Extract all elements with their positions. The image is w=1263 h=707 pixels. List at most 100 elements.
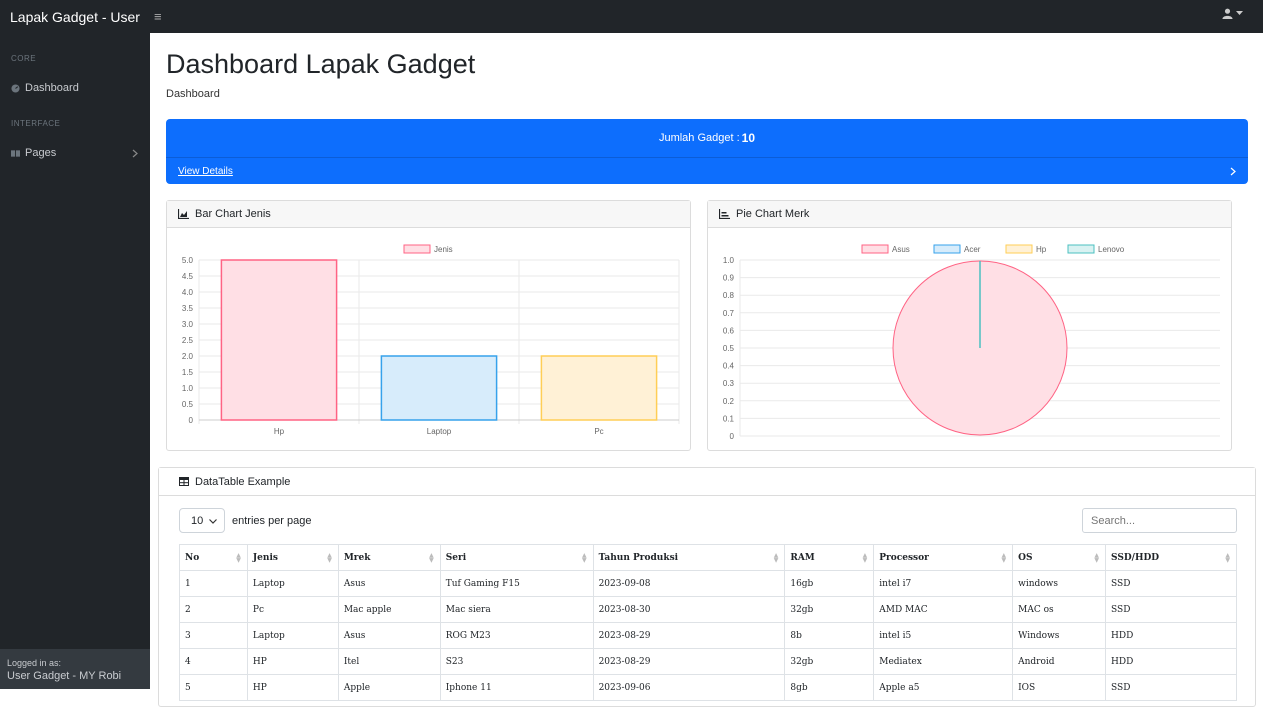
table-cell: HDD (1105, 622, 1237, 649)
sidebar-item-label: Pages (25, 147, 57, 159)
y-tick-label: 0.8 (723, 291, 735, 300)
column-header[interactable]: Seri ▲ ▼ (439, 544, 594, 571)
pie-chart-title: Pie Chart Merk (736, 208, 810, 220)
y-tick-label: 0.5 (723, 344, 735, 353)
table-cell: HP (246, 648, 339, 675)
table-cell: Apple a5 (873, 674, 1014, 701)
table-cell: Windows (1012, 622, 1107, 649)
data-table: No ▲ ▼ Jenis ▲ ▼ Mrek ▲ ▼ Seri ▲ ▼ Tahun Produksi ▲ ▼ R… (179, 544, 1237, 701)
legend-swatch (861, 244, 889, 254)
gadget-count-card: Jumlah Gadget : 10 View Details (166, 119, 1248, 184)
entries-label: entries per page (232, 514, 312, 527)
y-tick-label: 1.0 (723, 256, 735, 265)
y-tick-label: 0.3 (723, 379, 735, 388)
y-tick-label: 0.9 (723, 274, 735, 283)
table-cell: Tuf Gaming F15 (439, 570, 594, 597)
brand-link[interactable]: Lapak Gadget - User (0, 9, 150, 25)
column-header[interactable]: Mrek ▲ ▼ (337, 544, 441, 571)
bar (380, 355, 498, 421)
table-cell: HDD (1105, 648, 1237, 675)
table-cell: 32gb (784, 596, 875, 623)
bar-chart-title: Bar Chart Jenis (195, 208, 271, 220)
table-cell: AMD MAC (873, 596, 1014, 623)
sidebar-item-pages[interactable]: Pages (0, 143, 150, 163)
table-cell: Android (1012, 648, 1107, 675)
table-cell: Pc (246, 596, 339, 623)
legend-swatch (403, 244, 431, 254)
column-header[interactable]: RAM ▲ ▼ (784, 544, 875, 571)
table-cell: 2023-08-30 (592, 596, 786, 623)
x-tick-label: Laptop (427, 427, 452, 436)
user-icon (1222, 8, 1233, 19)
datatable-card: DataTable Example 10 entries per page No… (158, 467, 1256, 707)
pie-chart: Asus Acer Hp Lenovo 0 0.1 0.2 0.3 0.4 0.5 0.6 0.7 0.… (723, 244, 1220, 441)
column-header-label: Jenis (252, 552, 278, 563)
chevron-right-icon[interactable] (1230, 167, 1236, 176)
y-tick-label: 0.6 (723, 326, 735, 335)
sort-icon: ▲ ▼ (236, 552, 241, 564)
table-cell: Laptop (246, 570, 339, 597)
sort-icon: ▲ ▼ (1001, 552, 1007, 564)
logged-in-user: User Gadget - MY Robi (7, 670, 122, 682)
legend-swatch (933, 244, 961, 254)
y-tick-label: 4.5 (182, 272, 194, 281)
view-details-link[interactable]: View Details (178, 166, 233, 177)
sidebar: CORE Dashboard INTERFACE Pages Logged in… (0, 33, 150, 689)
table-cell: Itel (337, 648, 441, 675)
y-tick-label: 0.1 (723, 414, 735, 423)
sidebar-item-label: Dashboard (25, 82, 79, 94)
chart-area-icon (178, 209, 189, 219)
table-cell: intel i7 (873, 570, 1014, 597)
column-header[interactable]: Processor ▲ ▼ (873, 544, 1014, 571)
column-header[interactable]: SSD/HDD ▲ ▼ (1105, 544, 1237, 571)
sidebar-heading-core: CORE (11, 54, 37, 63)
legend-label: Jenis (434, 245, 453, 254)
entries-select[interactable]: 10 (179, 508, 225, 533)
table-cell: 32gb (784, 648, 875, 675)
legend-label: Lenovo (1098, 245, 1125, 254)
column-header[interactable]: No ▲ ▼ (179, 544, 248, 571)
search-input[interactable] (1082, 508, 1237, 533)
column-header-label: No (185, 552, 200, 563)
table-row: 5 HP Apple Iphone 11 2023-09-06 8gb Apple a5 IO… (179, 674, 1237, 701)
x-tick-label: Hp (274, 427, 285, 436)
table-row: 1 Laptop Asus Tuf Gaming F15 2023-09-08 16gb i… (179, 570, 1237, 597)
datatable-title: DataTable Example (195, 475, 291, 488)
chart-bar-icon (719, 209, 730, 219)
y-tick-label: 3.0 (182, 320, 194, 329)
y-tick-label: 4.0 (182, 288, 194, 297)
column-header[interactable]: OS ▲ ▼ (1012, 544, 1107, 571)
table-cell: 2023-08-29 (592, 648, 786, 675)
y-tick-label: 2.5 (182, 336, 194, 345)
bar-chart: Jenis 0 0.5 1.0 1.5 2.0 2.5 3.0 3.5 4.0 4.5 5.0 Hp La… (182, 244, 680, 436)
sort-icon: ▲ ▼ (1225, 552, 1230, 564)
table-cell: Iphone 11 (439, 674, 594, 701)
table-row: 2 Pc Mac apple Mac siera 2023-08-30 32gb AMD M… (179, 596, 1237, 623)
table-icon (179, 477, 189, 486)
top-navbar: Lapak Gadget - User ≡ (0, 0, 1263, 33)
sort-icon: ▲ ▼ (862, 552, 868, 564)
table-cell: intel i5 (873, 622, 1014, 649)
sort-icon: ▲ ▼ (429, 552, 434, 564)
table-cell: 2023-09-06 (592, 674, 786, 701)
y-tick-label: 3.5 (182, 304, 194, 313)
table-cell: SSD (1105, 674, 1237, 701)
column-header-label: SSD/HDD (1111, 552, 1160, 563)
legend-label: Asus (892, 245, 910, 254)
legend-swatch (1067, 244, 1095, 254)
bar-chart-card: Bar Chart Jenis Jenis 0 0.5 1.0 1.5 2.0 2.5 3.0… (166, 200, 691, 451)
user-menu-button[interactable] (1222, 8, 1243, 19)
table-cell: Mediatex (873, 648, 1014, 675)
sort-icon: ▲ ▼ (1094, 552, 1100, 564)
y-tick-label: 0 (189, 416, 194, 425)
sort-icon: ▲ ▼ (773, 552, 779, 564)
column-header-label: Tahun Produksi (598, 552, 679, 563)
column-header[interactable]: Jenis ▲ ▼ (246, 544, 339, 571)
y-tick-label: 2.0 (182, 352, 194, 361)
sidebar-item-dashboard[interactable]: Dashboard (0, 78, 150, 98)
table-cell: ROG M23 (439, 622, 594, 649)
column-header[interactable]: Tahun Produksi ▲ ▼ (592, 544, 786, 571)
table-cell: HP (246, 674, 339, 701)
sidebar-toggle-icon[interactable]: ≡ (154, 9, 162, 24)
table-cell: Mac siera (439, 596, 594, 623)
